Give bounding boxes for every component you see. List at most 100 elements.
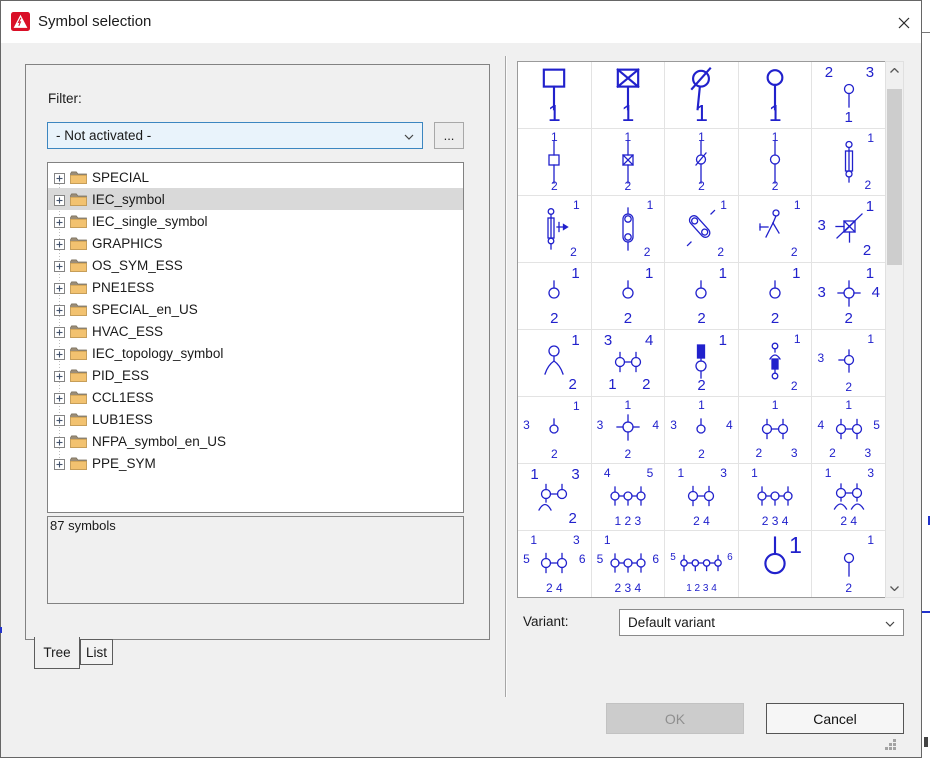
tree-item[interactable]: SPECIAL_en_US bbox=[48, 298, 463, 320]
folder-icon bbox=[70, 435, 87, 448]
panel-splitter[interactable] bbox=[505, 56, 507, 697]
symbol-cell[interactable]: 132 bbox=[518, 464, 591, 530]
connection-point-number: 1 bbox=[772, 131, 779, 143]
eplan-app-icon bbox=[11, 12, 30, 31]
ok-button[interactable]: OK bbox=[606, 703, 744, 734]
cancel-button-label: Cancel bbox=[813, 711, 857, 727]
expand-plus-icon[interactable] bbox=[54, 436, 65, 447]
symbol-cell[interactable]: 12 bbox=[518, 263, 591, 329]
symbol-cell[interactable]: 12 bbox=[665, 330, 738, 396]
symbol-cell[interactable]: 12 bbox=[739, 263, 812, 329]
symbol-cell[interactable]: 12 bbox=[665, 263, 738, 329]
tree-item[interactable]: IEC_symbol bbox=[48, 188, 463, 210]
symbol-cell[interactable]: 12 3 4 bbox=[739, 464, 812, 530]
symbol-cell[interactable]: 561 2 3 4 bbox=[665, 531, 738, 597]
filter-label: Filter: bbox=[48, 91, 82, 106]
symbol-cell[interactable]: 12 bbox=[518, 196, 591, 262]
symbol-cell[interactable]: 12 bbox=[665, 129, 738, 195]
symbol-cell[interactable]: 3412 bbox=[592, 330, 665, 396]
expand-plus-icon[interactable] bbox=[54, 392, 65, 403]
tree-item[interactable]: PID_ESS bbox=[48, 364, 463, 386]
connection-point-number: 2 bbox=[863, 243, 871, 258]
symbol-cell[interactable]: 132 4 bbox=[812, 464, 885, 530]
symbol-cell[interactable]: 12 bbox=[739, 330, 812, 396]
scroll-down-icon[interactable] bbox=[886, 580, 903, 597]
scrollbar-thumb[interactable] bbox=[887, 89, 902, 265]
connection-point-number: 2 bbox=[772, 180, 779, 192]
tree-item[interactable]: NFPA_symbol_en_US bbox=[48, 430, 463, 452]
tree-item[interactable]: IEC_single_symbol bbox=[48, 210, 463, 232]
variant-combobox[interactable]: Default variant bbox=[619, 609, 904, 636]
symbol-cell[interactable]: 3142 bbox=[665, 397, 738, 463]
symbol-cell[interactable]: 312 bbox=[812, 196, 885, 262]
expand-plus-icon[interactable] bbox=[54, 172, 65, 183]
connection-point-number: 2 bbox=[550, 311, 558, 326]
symbol-cell[interactable]: 41523 bbox=[812, 397, 885, 463]
scroll-up-icon[interactable] bbox=[886, 62, 903, 79]
symbol-cell[interactable]: 1 bbox=[592, 62, 665, 128]
symbol-cell[interactable]: 451 2 3 bbox=[592, 464, 665, 530]
symbol-cell[interactable]: 5162 3 4 bbox=[592, 531, 665, 597]
symbol-cell[interactable]: 1 bbox=[518, 62, 591, 128]
symbol-cell[interactable]: 123 bbox=[739, 397, 812, 463]
expand-plus-icon[interactable] bbox=[54, 414, 65, 425]
symbol-cell[interactable]: 132 4 bbox=[665, 464, 738, 530]
connection-point-number: 1 bbox=[867, 333, 874, 345]
connection-point-number: 6 bbox=[652, 553, 659, 565]
titlebar[interactable]: Symbol selection bbox=[1, 1, 921, 43]
symbol-cell[interactable]: 12 bbox=[739, 129, 812, 195]
expand-plus-icon[interactable] bbox=[54, 326, 65, 337]
expand-plus-icon[interactable] bbox=[54, 348, 65, 359]
tree-item[interactable]: SPECIAL bbox=[48, 166, 463, 188]
tree-item[interactable]: GRAPHICS bbox=[48, 232, 463, 254]
symbol-cell[interactable]: 12 bbox=[518, 330, 591, 396]
tree-item[interactable]: IEC_topology_symbol bbox=[48, 342, 463, 364]
tree-item[interactable]: LUB1ESS bbox=[48, 408, 463, 430]
symbol-cell[interactable]: 51362 4 bbox=[518, 531, 591, 597]
symbol-cell[interactable]: 12 bbox=[592, 129, 665, 195]
symbol-cell[interactable]: 12 bbox=[739, 196, 812, 262]
tree-item[interactable]: CCL1ESS bbox=[48, 386, 463, 408]
tree-item[interactable]: PNE1ESS bbox=[48, 276, 463, 298]
tree-item-label: PID_ESS bbox=[92, 368, 149, 383]
symbol-cell[interactable]: 12 bbox=[812, 531, 885, 597]
expand-plus-icon[interactable] bbox=[54, 370, 65, 381]
expand-plus-icon[interactable] bbox=[54, 194, 65, 205]
symbol-cell[interactable]: 312 bbox=[518, 397, 591, 463]
close-icon[interactable] bbox=[890, 9, 917, 36]
expand-plus-icon[interactable] bbox=[54, 238, 65, 249]
symbol-cell[interactable]: 1 bbox=[739, 62, 812, 128]
tab-tree[interactable]: Tree bbox=[34, 637, 80, 669]
connection-point-number: 2 bbox=[642, 377, 650, 392]
filter-browse-button[interactable]: ... bbox=[434, 122, 464, 149]
expand-plus-icon[interactable] bbox=[54, 458, 65, 469]
connection-point-number: 2 bbox=[551, 448, 558, 460]
symbol-cell[interactable]: 312 bbox=[812, 330, 885, 396]
symbol-cell[interactable]: 12 bbox=[592, 263, 665, 329]
symbol-cell[interactable]: 3142 bbox=[812, 263, 885, 329]
connection-point-number: 3 bbox=[720, 467, 727, 479]
grid-scrollbar[interactable] bbox=[885, 61, 904, 598]
symbol-cell[interactable]: 231 bbox=[812, 62, 885, 128]
expand-plus-icon[interactable] bbox=[54, 216, 65, 227]
symbol-cell[interactable]: 12 bbox=[812, 129, 885, 195]
filter-combobox[interactable]: - Not activated - bbox=[47, 122, 423, 149]
symbol-cell[interactable]: 12 bbox=[665, 196, 738, 262]
tab-list[interactable]: List bbox=[80, 639, 113, 665]
tree-item[interactable]: OS_SYM_ESS bbox=[48, 254, 463, 276]
connection-point-number: 3 bbox=[817, 218, 825, 233]
folder-icon bbox=[70, 281, 87, 294]
tree-item[interactable]: PPE_SYM bbox=[48, 452, 463, 474]
symbol-cell[interactable]: 12 bbox=[592, 196, 665, 262]
folder-icon bbox=[70, 391, 87, 404]
symbol-cell[interactable]: 12 bbox=[518, 129, 591, 195]
symbol-cell[interactable]: 1 bbox=[665, 62, 738, 128]
expand-plus-icon[interactable] bbox=[54, 260, 65, 271]
tree-item[interactable]: HVAC_ESS bbox=[48, 320, 463, 342]
expand-plus-icon[interactable] bbox=[54, 304, 65, 315]
expand-plus-icon[interactable] bbox=[54, 282, 65, 293]
symbol-cell[interactable]: 1 bbox=[739, 531, 812, 597]
cancel-button[interactable]: Cancel bbox=[766, 703, 904, 734]
resize-grip[interactable] bbox=[885, 738, 897, 750]
symbol-cell[interactable]: 3142 bbox=[592, 397, 665, 463]
